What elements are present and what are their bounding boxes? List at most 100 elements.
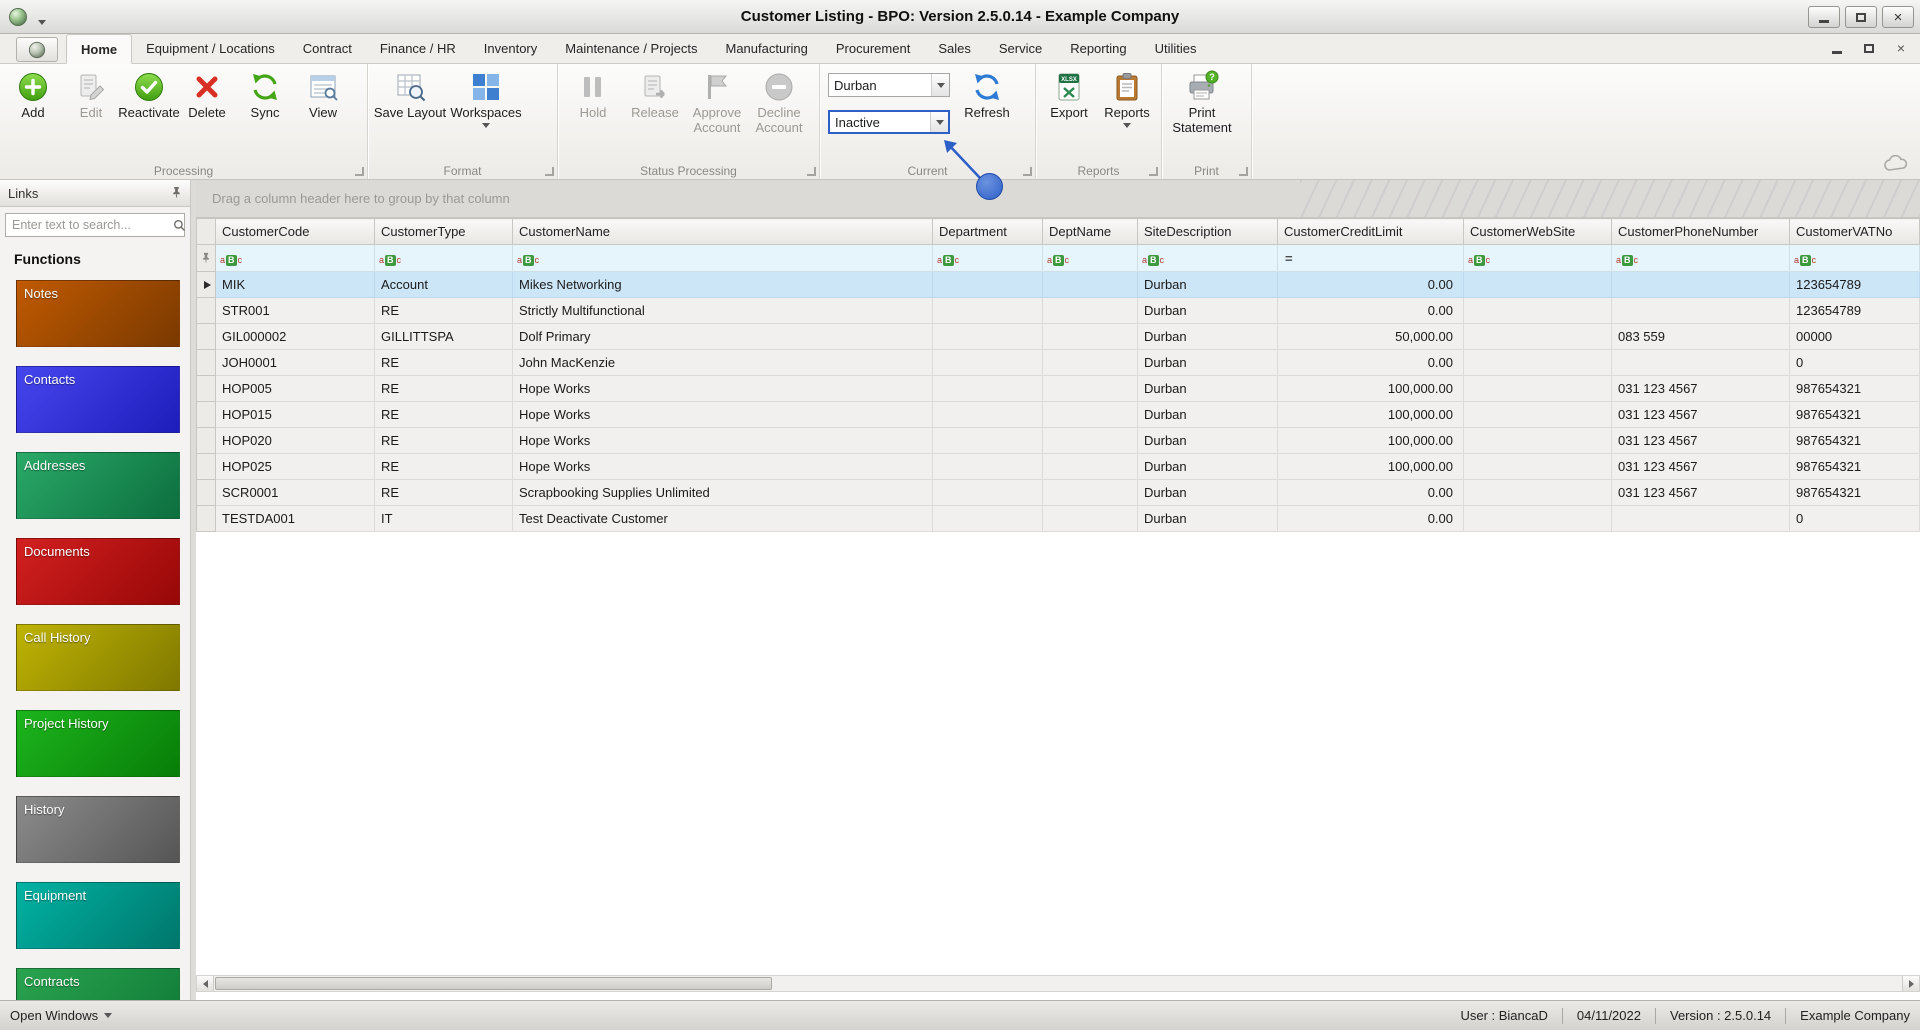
sidebar-item-project-history[interactable]: Project History	[16, 710, 180, 777]
column-header-customerphonenumber[interactable]: CustomerPhoneNumber	[1611, 218, 1790, 245]
scrollbar-thumb[interactable]	[215, 977, 772, 990]
group-dialog-launcher-icon[interactable]	[807, 167, 816, 176]
table-cell	[1463, 427, 1612, 454]
chevron-down-icon	[104, 1013, 113, 1018]
table-cell: TESTDA001	[215, 505, 375, 532]
reports-button[interactable]: Reports	[1098, 67, 1156, 128]
search-input[interactable]	[6, 218, 173, 232]
reactivate-button[interactable]: Reactivate	[118, 67, 180, 121]
sidebar-item-call-history[interactable]: Call History	[16, 624, 180, 691]
refresh-button[interactable]: Refresh	[958, 67, 1016, 121]
group-dialog-launcher-icon[interactable]	[1149, 167, 1158, 176]
application-menu-button[interactable]	[16, 37, 58, 62]
group-dialog-launcher-icon[interactable]	[545, 167, 554, 176]
chevron-down-icon[interactable]	[930, 112, 948, 132]
tab-procurement[interactable]: Procurement	[822, 34, 924, 64]
add-button[interactable]: Add	[4, 67, 62, 121]
tab-inventory[interactable]: Inventory	[470, 34, 551, 64]
mdi-minimize-button[interactable]	[1826, 39, 1848, 57]
export-button[interactable]: XLSX Export	[1040, 67, 1098, 121]
column-header-customervatno[interactable]: CustomerVATNo	[1789, 218, 1920, 245]
table-row[interactable]: STR001 RE Strictly Multifunctional Durban 0.…	[196, 297, 1920, 324]
table-row[interactable]: SCR0001 RE Scrapbooking Supplies Unlimited…	[196, 479, 1920, 506]
sidebar-item-contacts[interactable]: Contacts	[16, 366, 180, 433]
scroll-right-button[interactable]	[1902, 976, 1919, 991]
filter-cell-customerphonenumber[interactable]: aBc	[1611, 244, 1790, 272]
column-header-sitedescription[interactable]: SiteDescription	[1137, 218, 1278, 245]
filter-cell-customername[interactable]: aBc	[512, 244, 933, 272]
decline-account-button: Decline Account	[748, 67, 810, 135]
tab-finance-hr[interactable]: Finance / HR	[366, 34, 470, 64]
save-layout-button[interactable]: Save Layout	[372, 67, 448, 121]
table-row[interactable]: TESTDA001 IT Test Deactivate Customer Durba…	[196, 505, 1920, 532]
table-cell	[1611, 505, 1790, 532]
sidebar-item-addresses[interactable]: Addresses	[16, 452, 180, 519]
filter-cell-customertype[interactable]: aBc	[374, 244, 513, 272]
sidebar-item-documents[interactable]: Documents	[16, 538, 180, 605]
filter-cell-customercode[interactable]: aBc	[215, 244, 375, 272]
table-row[interactable]: JOH0001 RE John MacKenzie Durban 0.00 0	[196, 349, 1920, 376]
sidebar-item-equipment[interactable]: Equipment	[16, 882, 180, 949]
sync-button[interactable]: Sync	[236, 67, 294, 121]
tab-utilities[interactable]: Utilities	[1141, 34, 1211, 64]
tab-reporting[interactable]: Reporting	[1056, 34, 1140, 64]
group-dialog-launcher-icon[interactable]	[355, 167, 364, 176]
close-button[interactable]: ×	[1882, 6, 1914, 28]
column-header-customername[interactable]: CustomerName	[512, 218, 933, 245]
print-statement-button[interactable]: ? Print Statement	[1166, 67, 1238, 135]
filter-cell-department[interactable]: aBc	[932, 244, 1043, 272]
group-dialog-launcher-icon[interactable]	[1239, 167, 1248, 176]
sidebar-item-contracts[interactable]: Contracts	[16, 968, 180, 1000]
status-bar: Open Windows User : BiancaD 04/11/2022 V…	[0, 1000, 1920, 1030]
open-windows-button[interactable]: Open Windows	[10, 1008, 113, 1023]
table-cell: 123654789	[1789, 271, 1920, 298]
table-row[interactable]: HOP005 RE Hope Works Durban 100,000.00 031 12…	[196, 375, 1920, 402]
table-cell: 987654321	[1789, 375, 1920, 402]
table-row[interactable]: GIL000002 GILLITTSPA Dolf Primary Durban 50,…	[196, 323, 1920, 350]
tab-equipment-locations[interactable]: Equipment / Locations	[132, 34, 289, 64]
scrollbar-track[interactable]	[214, 976, 1902, 991]
maximize-button[interactable]	[1845, 6, 1877, 28]
cloud-icon[interactable]	[1882, 154, 1908, 173]
mdi-close-button[interactable]: ×	[1890, 39, 1912, 57]
filter-cell-deptname[interactable]: aBc	[1042, 244, 1138, 272]
column-header-customercreditlimit[interactable]: CustomerCreditLimit	[1277, 218, 1464, 245]
tab-sales[interactable]: Sales	[924, 34, 985, 64]
tab-manufacturing[interactable]: Manufacturing	[712, 34, 822, 64]
table-row[interactable]: HOP015 RE Hope Works Durban 100,000.00 031 12…	[196, 401, 1920, 428]
filter-cell-customerwebsite[interactable]: aBc	[1463, 244, 1612, 272]
current-status-combobox[interactable]: Inactive	[828, 110, 950, 134]
delete-button[interactable]: Delete	[178, 67, 236, 121]
tab-maintenance-projects[interactable]: Maintenance / Projects	[551, 34, 711, 64]
search-icon[interactable]	[173, 219, 186, 232]
tab-home[interactable]: Home	[66, 34, 133, 64]
chevron-down-icon[interactable]	[931, 74, 949, 96]
table-row[interactable]: HOP020 RE Hope Works Durban 100,000.00 031 12…	[196, 427, 1920, 454]
horizontal-scrollbar[interactable]	[196, 975, 1920, 992]
group-by-bar[interactable]: Drag a column header here to group by th…	[196, 180, 1920, 218]
view-button[interactable]: View	[294, 67, 352, 121]
current-site-combobox[interactable]: Durban	[828, 73, 950, 97]
workspaces-button[interactable]: Workspaces	[448, 67, 524, 128]
filter-cell-sitedescription[interactable]: aBc	[1137, 244, 1278, 272]
save-layout-icon	[393, 70, 427, 104]
sidebar-item-notes[interactable]: Notes	[16, 280, 180, 347]
sidebar-item-history[interactable]: History	[16, 796, 180, 863]
table-row[interactable]: HOP025 RE Hope Works Durban 100,000.00 031 12…	[196, 453, 1920, 480]
column-header-customercode[interactable]: CustomerCode	[215, 218, 375, 245]
filter-cell-customercreditlimit[interactable]: =	[1277, 244, 1464, 272]
scroll-left-button[interactable]	[197, 976, 214, 991]
tab-service[interactable]: Service	[985, 34, 1056, 64]
minimize-button[interactable]	[1808, 6, 1840, 28]
column-header-customerwebsite[interactable]: CustomerWebSite	[1463, 218, 1612, 245]
column-header-customertype[interactable]: CustomerType	[374, 218, 513, 245]
pin-icon[interactable]	[171, 186, 182, 201]
table-row[interactable]: MIK Account Mikes Networking Durban 0.00 1236…	[196, 271, 1920, 298]
column-header-department[interactable]: Department	[932, 218, 1043, 245]
group-dialog-launcher-icon[interactable]	[1023, 167, 1032, 176]
mdi-restore-button[interactable]	[1858, 39, 1880, 57]
refresh-icon	[970, 70, 1004, 104]
tab-contract[interactable]: Contract	[289, 34, 366, 64]
column-header-deptname[interactable]: DeptName	[1042, 218, 1138, 245]
filter-cell-customervatno[interactable]: aBc	[1789, 244, 1920, 272]
